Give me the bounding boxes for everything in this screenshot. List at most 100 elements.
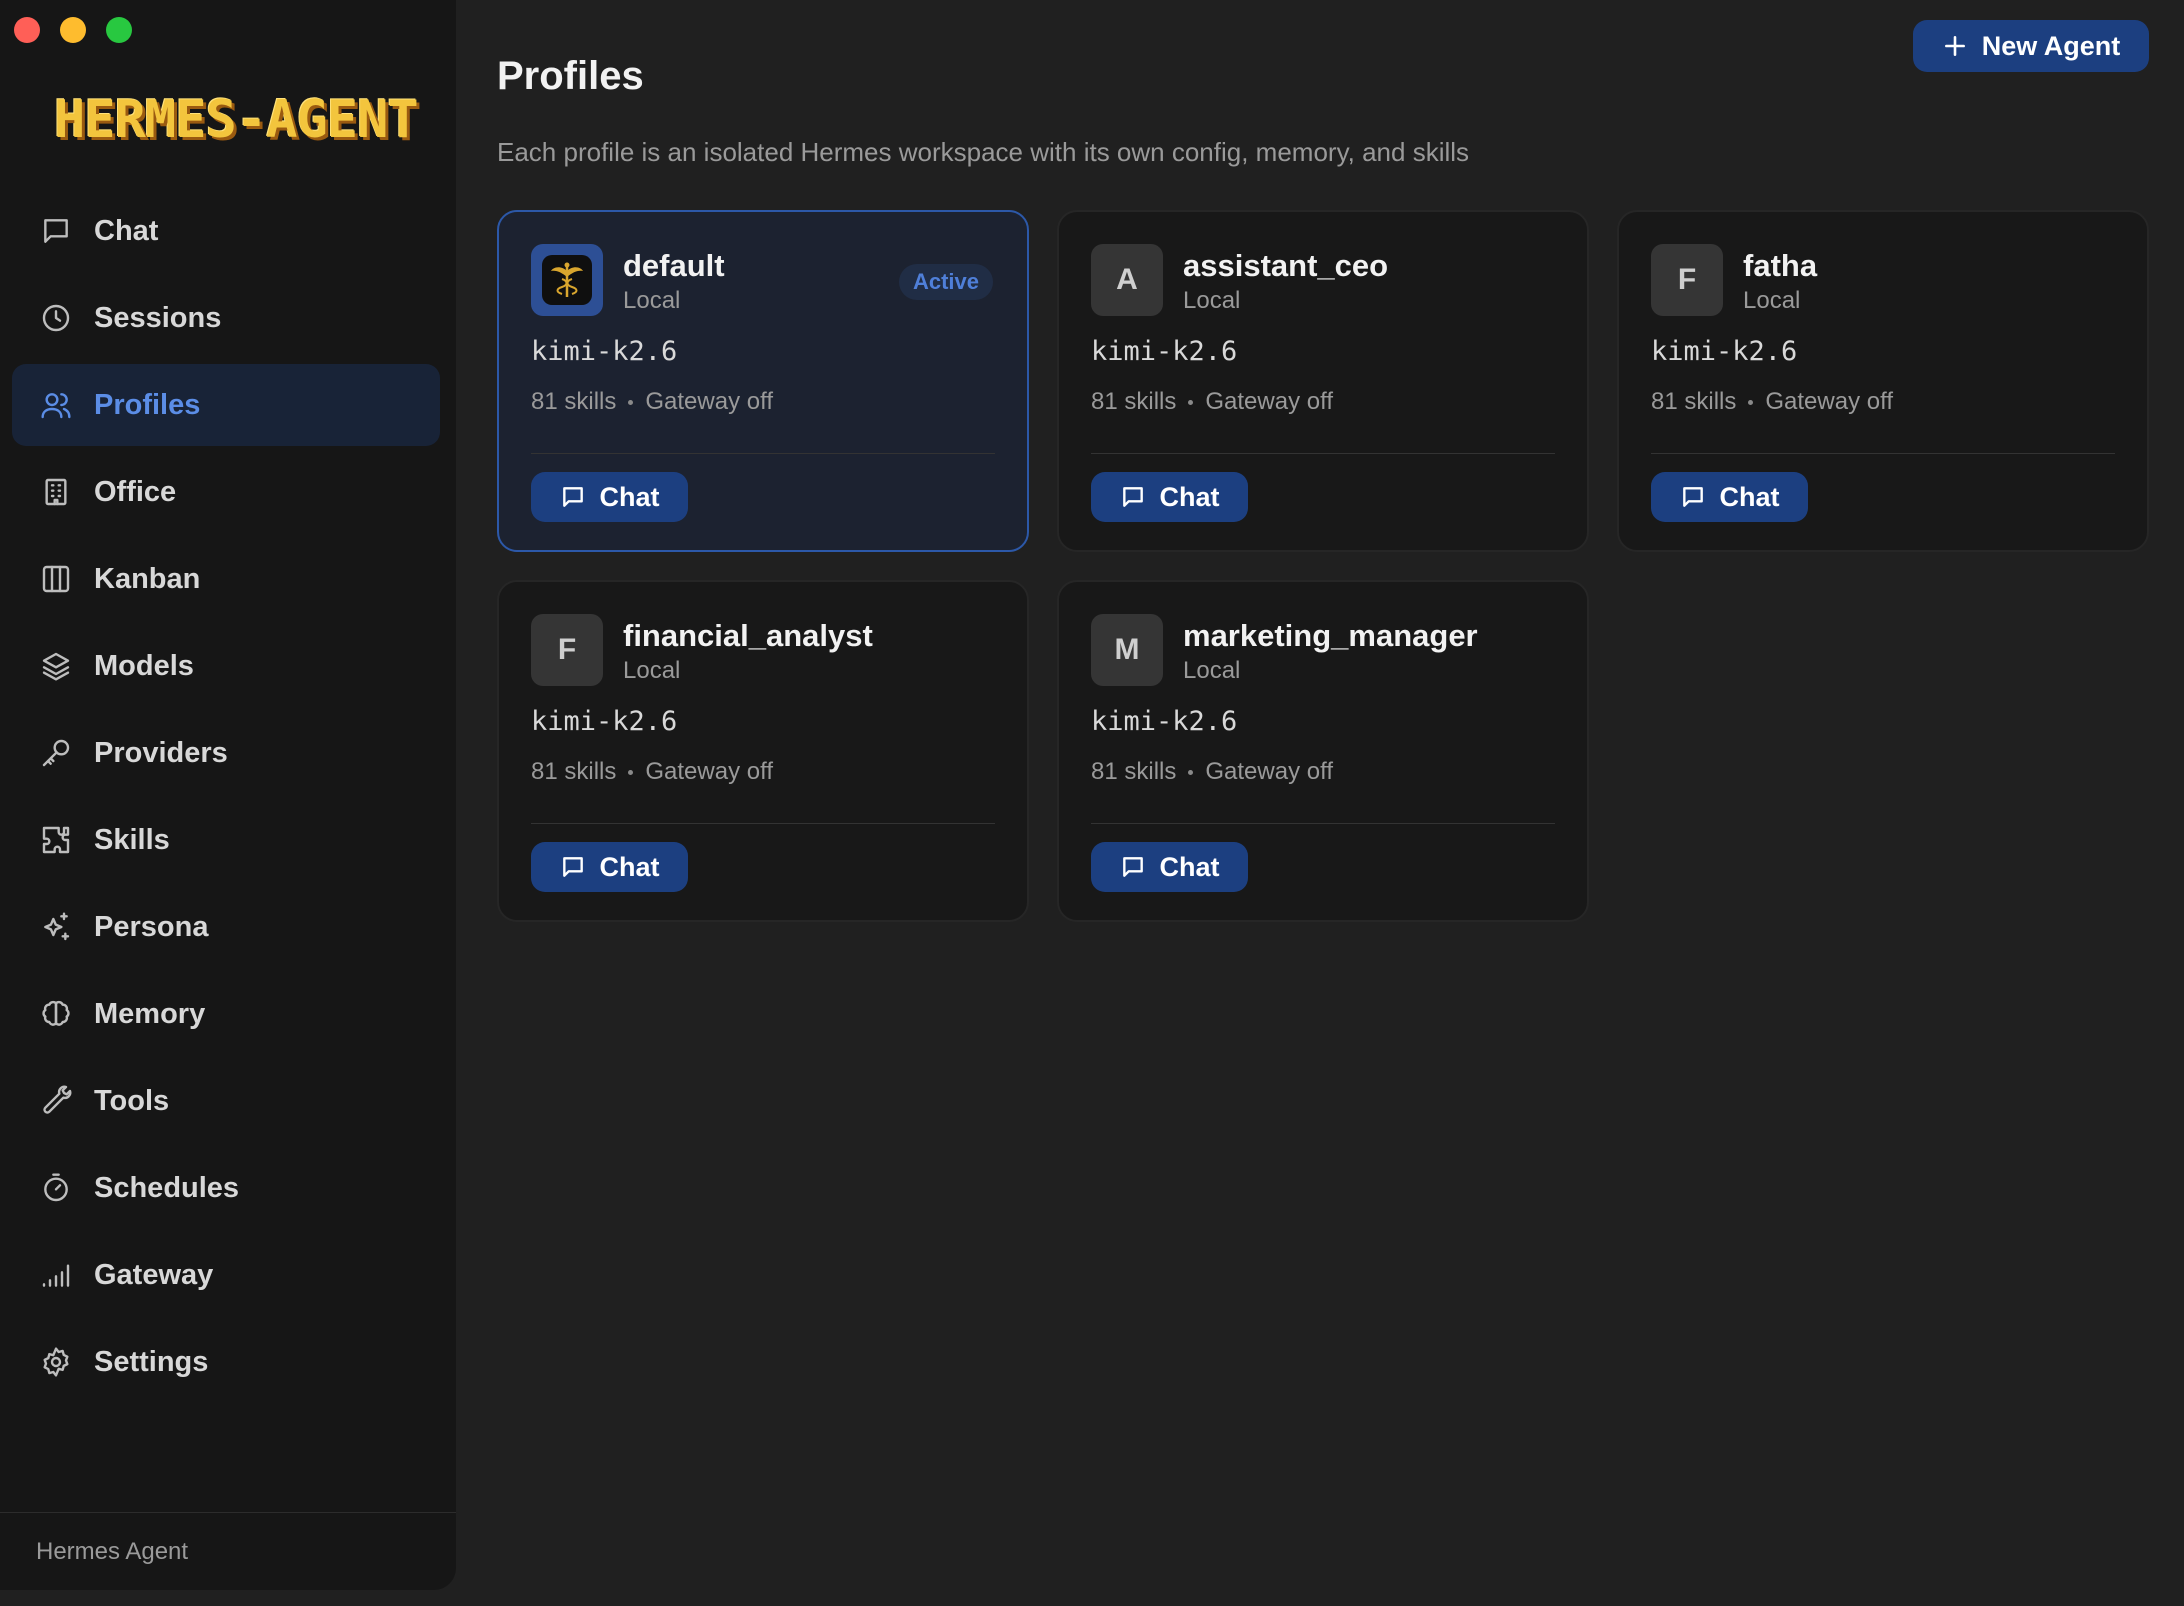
profile-location: Local	[623, 287, 681, 314]
profile-name: financial_analyst	[623, 618, 873, 653]
columns-icon	[40, 563, 72, 595]
gateway-status: Gateway off	[1765, 388, 1893, 415]
sidebar-item-chat[interactable]: Chat	[12, 190, 440, 272]
sidebar-item-label: Tools	[94, 1084, 170, 1117]
sidebar-item-skills[interactable]: Skills	[12, 799, 440, 881]
plus-icon	[1944, 36, 1965, 56]
card-divider	[1651, 453, 2115, 454]
app-logo: HERMES-AGENT	[54, 90, 419, 150]
sidebar-item-label: Skills	[94, 823, 170, 856]
chat-button-label: Chat	[1159, 481, 1220, 512]
maximize-window-button[interactable]	[106, 17, 132, 43]
puzzle-icon	[40, 824, 72, 856]
separator-dot	[1748, 399, 1754, 405]
sidebar-item-kanban[interactable]: Kanban	[12, 538, 440, 620]
new-agent-button[interactable]: New Agent	[1913, 20, 2149, 72]
profile-card[interactable]: F financial_analyst Local kimi-k2.6 81 s…	[497, 580, 1029, 922]
profile-card[interactable]: M marketing_manager Local kimi-k2.6 81 s…	[1057, 580, 1589, 922]
sidebar-item-label: Profiles	[94, 388, 201, 421]
sidebar-nav: Chat Sessions Profiles Office Kanban Mod…	[12, 190, 440, 1408]
profile-meta: 81 skills Gateway off	[1091, 758, 1333, 786]
sidebar-item-settings[interactable]: Settings	[12, 1321, 440, 1403]
new-agent-label: New Agent	[1981, 30, 2121, 61]
chat-icon	[1122, 857, 1143, 877]
chat-icon	[562, 857, 583, 877]
chat-icon	[562, 487, 583, 507]
building-icon	[40, 476, 72, 508]
sidebar-item-profiles[interactable]: Profiles	[12, 364, 440, 446]
minimize-window-button[interactable]	[60, 17, 86, 43]
timer-icon	[40, 1172, 72, 1204]
profile-location: Local	[1183, 287, 1241, 314]
chat-button[interactable]: Chat	[531, 472, 688, 522]
profile-name: marketing_manager	[1183, 618, 1478, 653]
sidebar-footer: Hermes Agent	[0, 1512, 456, 1590]
profile-location: Local	[1743, 287, 1801, 314]
sidebar-item-memory[interactable]: Memory	[12, 973, 440, 1055]
profile-model: kimi-k2.6	[531, 336, 678, 367]
profile-avatar: M	[1091, 614, 1163, 686]
window-controls	[14, 17, 132, 43]
sidebar: HERMES-AGENT Chat Sessions Profiles Offi…	[0, 0, 456, 1590]
sidebar-item-persona[interactable]: Persona	[12, 886, 440, 968]
card-divider	[531, 453, 995, 454]
chat-button-label: Chat	[599, 481, 660, 512]
profile-location: Local	[623, 657, 681, 684]
chat-button-label: Chat	[1159, 851, 1220, 882]
wrench-icon	[40, 1085, 72, 1117]
profile-model: kimi-k2.6	[1651, 336, 1798, 367]
app-name-label: Hermes Agent	[36, 1537, 189, 1565]
sidebar-item-sessions[interactable]: Sessions	[12, 277, 440, 359]
chat-button[interactable]: Chat	[1091, 472, 1248, 522]
active-badge: Active	[898, 264, 993, 300]
profile-location: Local	[1183, 657, 1241, 684]
chat-button[interactable]: Chat	[531, 842, 688, 892]
sidebar-item-gateway[interactable]: Gateway	[12, 1234, 440, 1316]
gateway-status: Gateway off	[645, 388, 773, 415]
close-window-button[interactable]	[14, 17, 40, 43]
chat-icon	[1682, 487, 1703, 507]
sparkles-icon	[40, 911, 72, 943]
chat-button[interactable]: Chat	[1091, 842, 1248, 892]
skills-count: 81 skills	[1091, 388, 1177, 415]
sidebar-item-office[interactable]: Office	[12, 451, 440, 533]
profile-meta: 81 skills Gateway off	[531, 758, 773, 786]
separator-dot	[1188, 399, 1194, 405]
sidebar-item-tools[interactable]: Tools	[12, 1060, 440, 1142]
profile-card[interactable]: A assistant_ceo Local kimi-k2.6 81 skill…	[1057, 210, 1589, 552]
chat-icon	[1122, 487, 1143, 507]
profile-card[interactable]: default Local Active kimi-k2.6 81 skills…	[497, 210, 1029, 552]
skills-count: 81 skills	[1651, 388, 1737, 415]
profile-name: default	[623, 248, 725, 283]
sidebar-item-label: Kanban	[94, 562, 201, 595]
sidebar-item-label: Sessions	[94, 301, 222, 334]
profile-model: kimi-k2.6	[531, 706, 678, 737]
separator-dot	[628, 399, 634, 405]
clock-icon	[40, 302, 72, 334]
sidebar-item-providers[interactable]: Providers	[12, 712, 440, 794]
separator-dot	[628, 769, 634, 775]
sidebar-item-label: Gateway	[94, 1258, 214, 1291]
signal-icon	[40, 1259, 72, 1291]
card-divider	[1091, 823, 1555, 824]
sidebar-item-label: Providers	[94, 736, 228, 769]
gear-icon	[40, 1346, 72, 1378]
sidebar-item-schedules[interactable]: Schedules	[12, 1147, 440, 1229]
skills-count: 81 skills	[531, 758, 617, 785]
profile-avatar: A	[1091, 244, 1163, 316]
chat-icon	[40, 215, 72, 247]
chat-button-label: Chat	[599, 851, 660, 882]
profile-meta: 81 skills Gateway off	[531, 388, 773, 416]
profile-avatar: F	[1651, 244, 1723, 316]
sidebar-item-models[interactable]: Models	[12, 625, 440, 707]
profile-card[interactable]: F fatha Local kimi-k2.6 81 skills Gatewa…	[1617, 210, 2149, 552]
chat-button-label: Chat	[1719, 481, 1780, 512]
profile-name: fatha	[1743, 248, 1818, 283]
card-divider	[1091, 453, 1555, 454]
sidebar-item-label: Models	[94, 649, 194, 682]
profile-name: assistant_ceo	[1183, 248, 1389, 283]
chat-button[interactable]: Chat	[1651, 472, 1808, 522]
gateway-status: Gateway off	[645, 758, 773, 785]
page-subtitle: Each profile is an isolated Hermes works…	[497, 137, 1470, 167]
sidebar-item-label: Persona	[94, 910, 209, 943]
